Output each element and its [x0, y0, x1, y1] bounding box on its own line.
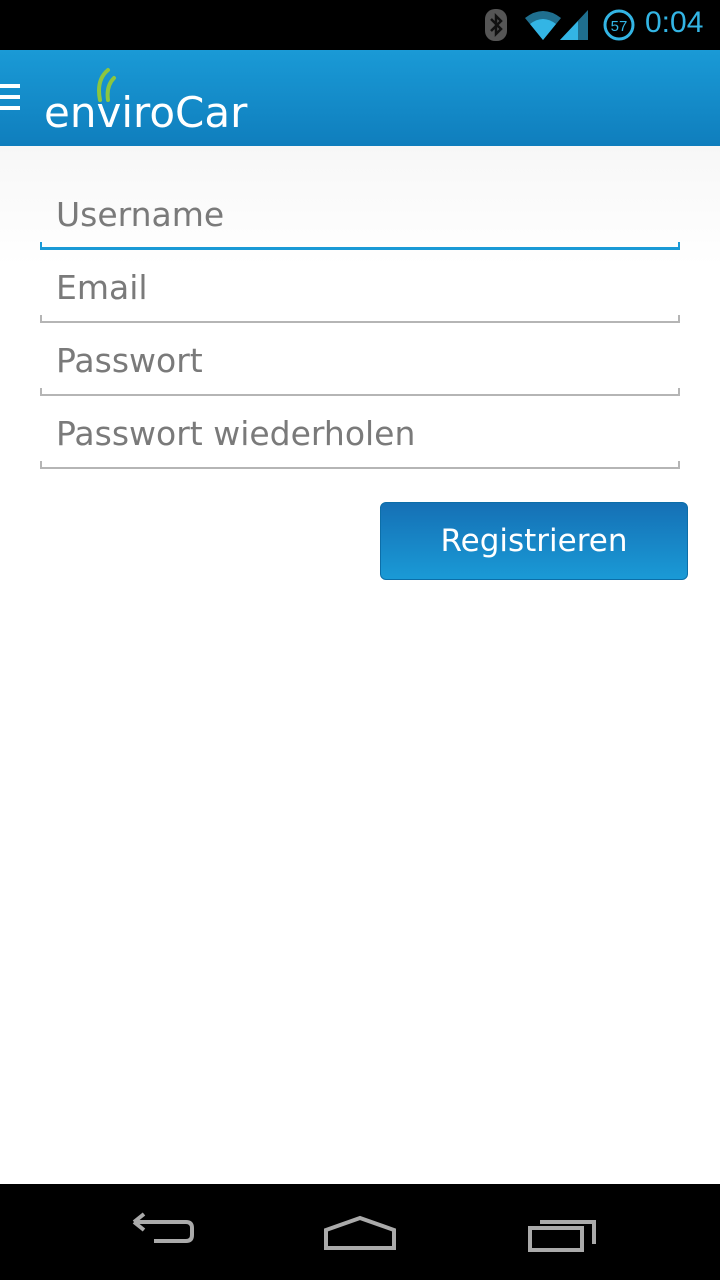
app-logo[interactable]: enviroCar: [44, 66, 254, 137]
register-button[interactable]: Registrieren: [380, 502, 688, 580]
bluetooth-icon: [485, 9, 507, 41]
password-underline: [40, 394, 680, 396]
battery-level: 57: [611, 18, 628, 35]
clock: 0:04: [645, 6, 704, 39]
navigation-bar: [0, 1184, 720, 1280]
username-underline: [40, 247, 680, 250]
recent-apps-icon[interactable]: [522, 1208, 602, 1258]
hamburger-menu-icon[interactable]: [0, 84, 20, 114]
password-repeat-field-container: [40, 405, 680, 469]
email-underline: [40, 321, 680, 323]
password-field-container: [40, 332, 680, 396]
email-input[interactable]: [40, 259, 680, 315]
battery-icon: 57: [603, 8, 635, 42]
password-repeat-input[interactable]: [40, 405, 680, 461]
username-input[interactable]: [40, 186, 680, 242]
password-input[interactable]: [40, 332, 680, 388]
email-field-container: [40, 259, 680, 323]
cell-signal-icon: [560, 10, 588, 40]
home-icon[interactable]: [320, 1208, 400, 1258]
wifi-icon: [525, 11, 561, 40]
username-field-container: [40, 186, 680, 250]
app-title: enviroCar: [44, 88, 248, 137]
register-form: Registrieren: [0, 146, 720, 1184]
back-icon[interactable]: [120, 1208, 200, 1258]
password-repeat-underline: [40, 467, 680, 469]
action-bar: enviroCar: [0, 50, 720, 146]
status-bar: 57 0:04: [0, 0, 720, 50]
